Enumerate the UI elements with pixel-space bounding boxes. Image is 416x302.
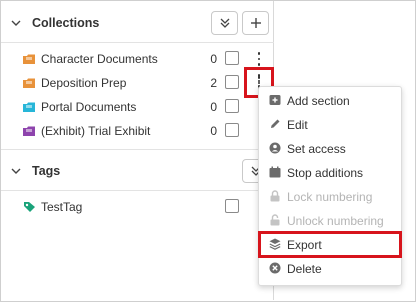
collection-label: Character Documents <box>41 52 158 66</box>
collapse-all-button[interactable] <box>211 11 238 35</box>
delete-circle-icon <box>269 262 281 274</box>
menu-item-delete[interactable]: Delete <box>259 257 403 281</box>
sidebar-panel: Collections Character Documents 0 Deposi… <box>1 1 274 300</box>
unlock-icon <box>270 214 280 226</box>
kebab-menu-icon[interactable] <box>252 51 266 67</box>
collections-title: Collections <box>32 16 100 30</box>
menu-item-label: Add section <box>287 94 350 108</box>
collection-checkbox[interactable] <box>225 75 239 89</box>
collection-row[interactable]: (Exhibit) Trial Exhibit 0 <box>1 120 274 144</box>
collection-label: (Exhibit) Trial Exhibit <box>41 124 151 138</box>
menu-item-edit[interactable]: Edit <box>259 113 403 137</box>
menu-item-add-section[interactable]: Add section <box>259 89 403 113</box>
divider <box>1 149 274 150</box>
collection-icon <box>23 78 35 88</box>
chevron-down-icon[interactable] <box>10 17 22 29</box>
menu-item-label: Lock numbering <box>287 190 373 204</box>
collection-row[interactable]: Character Documents 0 <box>1 48 274 72</box>
tags-title: Tags <box>32 164 61 178</box>
collection-count: 0 <box>210 52 217 66</box>
tags-header[interactable]: Tags <box>1 151 274 191</box>
tag-icon <box>24 202 35 212</box>
collection-checkbox[interactable] <box>225 99 239 113</box>
user-circle-icon <box>269 142 281 154</box>
collection-count: 2 <box>210 76 217 90</box>
divider <box>1 190 274 191</box>
menu-item-unlock-numbering: Unlock numbering <box>259 209 403 233</box>
menu-item-stop-additions[interactable]: Stop additions <box>259 161 403 185</box>
menu-item-label: Stop additions <box>287 166 364 180</box>
divider <box>1 42 274 43</box>
menu-item-label: Edit <box>287 118 308 132</box>
menu-item-label: Set access <box>287 142 346 156</box>
collection-row[interactable]: Deposition Prep 2 <box>1 72 274 96</box>
collection-row[interactable]: Portal Documents 0 <box>1 96 274 120</box>
collection-icon <box>23 54 35 64</box>
collection-count: 0 <box>210 124 217 138</box>
pencil-icon <box>271 119 280 128</box>
tag-row[interactable]: TestTag <box>1 196 274 220</box>
double-chevron-down-icon <box>220 18 229 28</box>
collection-checkbox[interactable] <box>225 51 239 65</box>
menu-item-label: Unlock numbering <box>287 214 384 228</box>
tag-checkbox[interactable] <box>225 199 239 213</box>
menu-item-set-access[interactable]: Set access <box>259 137 403 161</box>
plus-icon <box>250 18 261 28</box>
menu-item-lock-numbering: Lock numbering <box>259 185 403 209</box>
collection-count: 0 <box>210 100 217 114</box>
lock-icon <box>270 190 280 202</box>
add-section-icon <box>269 95 281 105</box>
calendar-icon <box>269 166 281 178</box>
collection-label: Portal Documents <box>41 100 137 114</box>
add-collection-button[interactable] <box>242 11 269 35</box>
collection-icon <box>23 126 35 136</box>
collection-icon <box>23 102 35 112</box>
collection-checkbox[interactable] <box>225 123 239 137</box>
tag-label: TestTag <box>41 200 83 214</box>
export-highlight <box>258 231 402 258</box>
chevron-down-icon[interactable] <box>10 165 22 177</box>
collection-label: Deposition Prep <box>41 76 127 90</box>
menu-item-label: Delete <box>287 262 322 276</box>
collections-header[interactable]: Collections <box>1 3 274 43</box>
